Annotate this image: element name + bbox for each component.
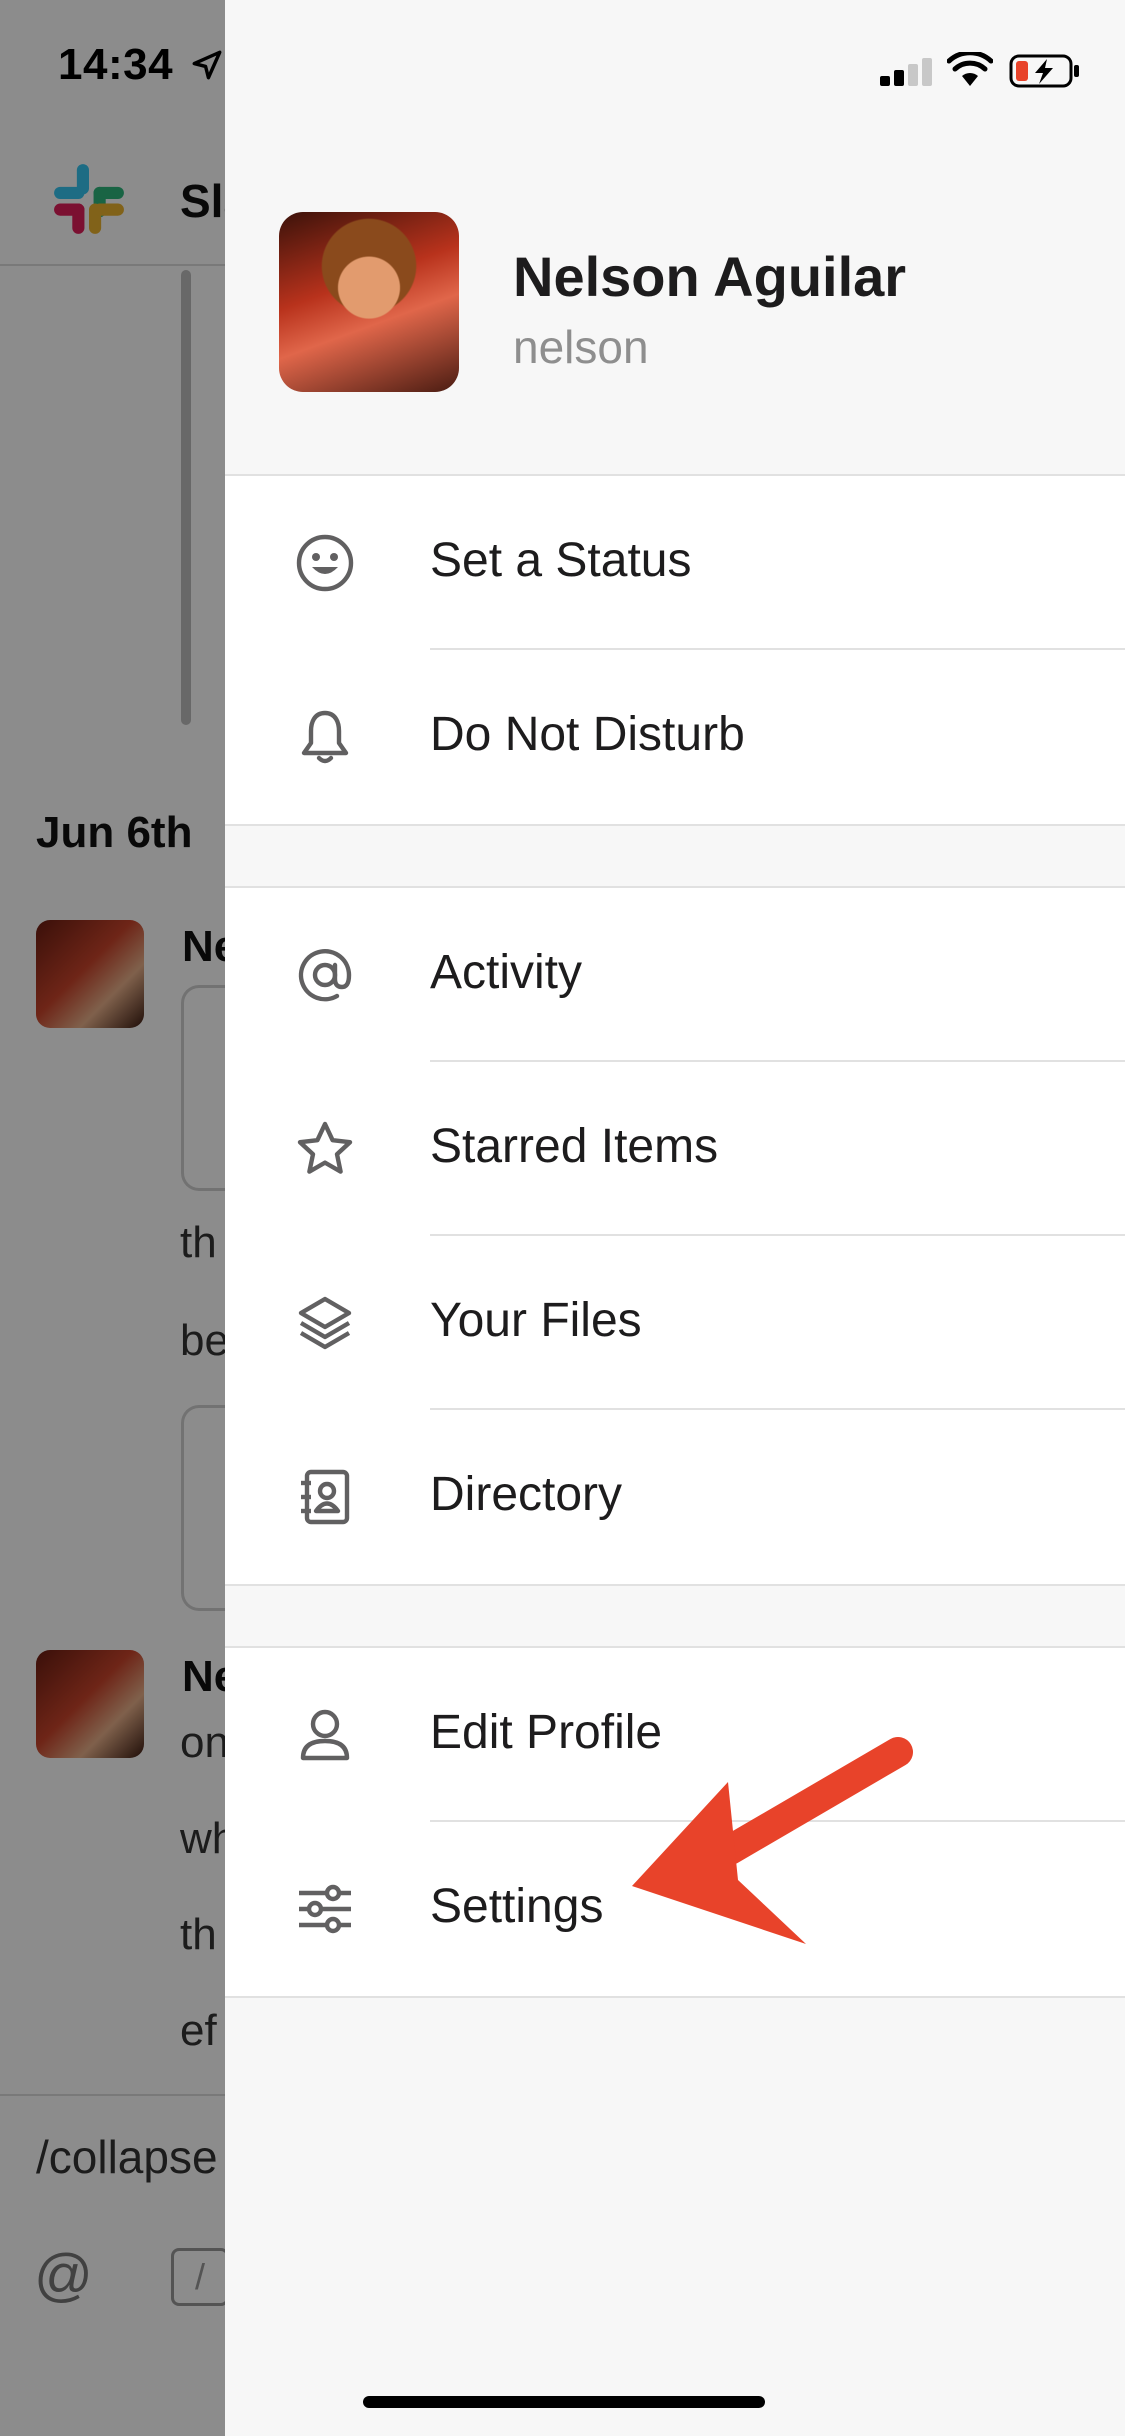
battery-charging-icon [1009, 54, 1079, 88]
menu-item-label: Edit Profile [430, 1706, 663, 1759]
cellular-signal-icon [880, 58, 932, 86]
menu-item-label: Your Files [430, 1294, 642, 1347]
menu-item-label: Settings [430, 1880, 604, 1933]
menu-item-label: Set a Status [430, 534, 692, 587]
menu-item-edit-profile[interactable]: Edit Profile [225, 1648, 1125, 1822]
menu-item-label: Do Not Disturb [430, 708, 745, 761]
wifi-icon [947, 52, 993, 86]
menu-item-do-not-disturb[interactable]: Do Not Disturb [225, 650, 1125, 824]
layers-icon [298, 1296, 352, 1350]
directory-icon [301, 1469, 350, 1525]
menu-section-navigation: Activity Starred Items Your Files Direct… [225, 886, 1125, 1586]
menu-section-status: Set a Status Do Not Disturb [225, 474, 1125, 826]
profile-handle: nelson [513, 321, 649, 373]
smile-icon [296, 534, 354, 592]
menu-item-activity[interactable]: Activity [225, 888, 1125, 1062]
profile-avatar[interactable] [279, 212, 459, 392]
at-sign-icon [298, 949, 352, 1002]
menu-item-directory[interactable]: Directory [225, 1410, 1125, 1584]
menu-section-account: Edit Profile Settings [225, 1646, 1125, 1998]
menu-item-your-files[interactable]: Your Files [225, 1236, 1125, 1410]
profile-name: Nelson Aguilar [513, 245, 907, 308]
you-drawer: Nelson Aguilar nelson Set a Status Do No… [225, 0, 1125, 2436]
person-icon [300, 1709, 350, 1761]
bell-icon [301, 710, 349, 764]
menu-item-settings[interactable]: Settings [225, 1822, 1125, 1996]
star-icon [297, 1121, 353, 1174]
menu-item-starred-items[interactable]: Starred Items [225, 1062, 1125, 1236]
menu-item-label: Activity [430, 946, 583, 999]
sliders-icon [299, 1884, 351, 1934]
menu-item-label: Starred Items [430, 1120, 719, 1173]
menu-item-label: Directory [430, 1468, 623, 1521]
menu-item-set-status[interactable]: Set a Status [225, 476, 1125, 650]
home-indicator[interactable] [363, 2396, 765, 2408]
